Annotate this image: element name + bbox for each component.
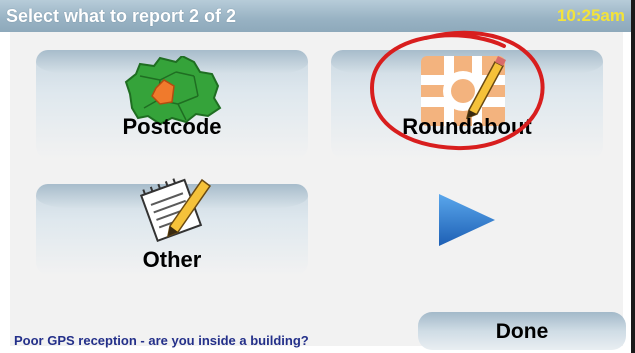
other-label: Other [142,247,202,272]
right-arrow-icon[interactable] [437,192,497,248]
postcode-button[interactable]: Postcode [36,50,308,160]
postcode-label: Postcode [122,114,222,139]
done-label: Done [495,320,549,343]
annotation-circle-mark [369,30,545,151]
page-title: Select what to report 2 of 2 [6,6,237,26]
clock: 10:25am [556,6,625,25]
notepad-pencil-icon [139,178,212,242]
other-button[interactable]: Other [36,178,308,276]
gps-status-message: Poor GPS reception - are you inside a bu… [14,333,309,348]
done-button[interactable]: Done [418,312,626,350]
